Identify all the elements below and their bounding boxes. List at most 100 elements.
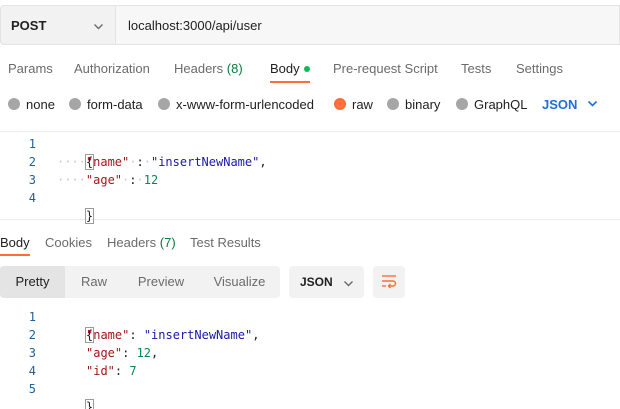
tab-response-headers[interactable]: Headers (7) bbox=[107, 233, 176, 253]
whitespace-marker: ···· bbox=[57, 173, 86, 187]
wrap-lines-icon bbox=[380, 273, 398, 292]
colon: : bbox=[114, 364, 130, 378]
tab-response-headers-label: Headers bbox=[107, 235, 157, 250]
colon: : bbox=[129, 328, 144, 342]
radio-binary-label: binary bbox=[405, 96, 441, 112]
request-tabs: Params Authorization Headers (8) Body Pr… bbox=[0, 56, 620, 83]
json-value: 12 bbox=[143, 173, 159, 187]
colon: : bbox=[129, 173, 137, 187]
request-url-bar: POST localhost:3000/api/user bbox=[0, 5, 620, 45]
radio-x-www-form-urlencoded[interactable]: x-www-form-urlencoded bbox=[158, 92, 314, 116]
body-type-options: none form-data x-www-form-urlencoded raw… bbox=[0, 92, 620, 116]
whitespace-marker: · bbox=[129, 155, 137, 169]
tab-params[interactable]: Params bbox=[8, 56, 53, 82]
radio-none-label: none bbox=[26, 96, 55, 112]
code-line: ····"name"·:·"insertNewName", bbox=[57, 153, 267, 171]
raw-format-select[interactable]: JSON bbox=[542, 92, 598, 116]
method-select[interactable]: POST bbox=[0, 5, 115, 45]
line-number: 1 bbox=[28, 310, 36, 324]
radio-icon bbox=[387, 98, 399, 110]
tab-pre-request-script[interactable]: Pre-request Script bbox=[333, 56, 438, 82]
tab-settings[interactable]: Settings bbox=[516, 56, 563, 82]
line-number: 2 bbox=[28, 155, 36, 169]
close-brace: } bbox=[84, 208, 95, 224]
json-value: 7 bbox=[129, 364, 137, 378]
response-body-viewer[interactable]: 1 2 3 4 5 { "name": "insertNewName", "ag… bbox=[0, 308, 620, 409]
line-number: 4 bbox=[28, 364, 36, 378]
code-line: "name": "insertNewName", bbox=[86, 326, 259, 344]
radio-selected-icon bbox=[334, 98, 346, 110]
whitespace-marker: · bbox=[136, 173, 144, 187]
code-line: } bbox=[57, 189, 95, 224]
whitespace-marker: ···· bbox=[57, 155, 86, 169]
tab-tests[interactable]: Tests bbox=[461, 56, 491, 82]
chevron-down-icon bbox=[587, 97, 598, 112]
radio-raw[interactable]: raw bbox=[334, 92, 373, 116]
view-preview[interactable]: Preview bbox=[123, 266, 199, 298]
radio-icon bbox=[69, 98, 81, 110]
line-number: 3 bbox=[28, 346, 36, 360]
chevron-down-icon bbox=[93, 20, 104, 35]
radio-form-data[interactable]: form-data bbox=[69, 92, 143, 116]
tab-test-results[interactable]: Test Results bbox=[190, 233, 261, 253]
tab-body-label: Body bbox=[270, 61, 300, 76]
response-tabs: Body Cookies Headers (7) Test Results bbox=[0, 233, 620, 256]
raw-format-label: JSON bbox=[542, 96, 578, 112]
json-key: "name" bbox=[86, 328, 130, 342]
tab-body[interactable]: Body bbox=[270, 56, 310, 82]
response-format-label: JSON bbox=[300, 275, 333, 289]
tab-authorization[interactable]: Authorization bbox=[74, 56, 150, 82]
close-brace: } bbox=[84, 399, 95, 409]
code-line: "age": 12, bbox=[86, 344, 158, 362]
url-input[interactable]: localhost:3000/api/user bbox=[115, 5, 620, 45]
colon: : bbox=[136, 155, 144, 169]
response-toolbar: Pretty Raw Preview Visualize JSON bbox=[0, 266, 620, 298]
radio-graphql-label: GraphQL bbox=[474, 96, 528, 112]
wrap-lines-button[interactable] bbox=[373, 266, 405, 298]
view-visualize[interactable]: Visualize bbox=[199, 266, 280, 298]
comma: , bbox=[259, 155, 267, 169]
json-value: "insertNewName" bbox=[143, 328, 253, 342]
tab-response-headers-count: (7) bbox=[159, 235, 176, 250]
radio-none[interactable]: none bbox=[8, 92, 55, 116]
line-number: 1 bbox=[28, 137, 36, 151]
code-line: "id": 7 bbox=[86, 362, 137, 380]
response-view-switcher: Pretty Raw Preview Visualize bbox=[0, 266, 280, 298]
active-tab-indicator bbox=[0, 254, 30, 256]
json-value: 12 bbox=[136, 346, 152, 360]
radio-graphql[interactable]: GraphQL bbox=[456, 92, 527, 116]
active-tab-indicator bbox=[270, 81, 310, 83]
radio-raw-label: raw bbox=[352, 96, 373, 112]
json-key: "age" bbox=[86, 346, 123, 360]
method-label: POST bbox=[11, 17, 47, 33]
code-line: } bbox=[57, 380, 95, 409]
line-number: 4 bbox=[28, 191, 36, 205]
radio-form-data-label: form-data bbox=[87, 96, 143, 112]
json-key: "id" bbox=[86, 364, 115, 378]
json-value: "insertNewName" bbox=[150, 155, 260, 169]
line-number: 5 bbox=[28, 382, 36, 396]
view-raw[interactable]: Raw bbox=[65, 266, 123, 298]
tab-headers[interactable]: Headers (8) bbox=[174, 56, 243, 82]
line-number: 3 bbox=[28, 173, 36, 187]
comma: , bbox=[151, 346, 159, 360]
chevron-down-icon bbox=[343, 278, 354, 292]
radio-icon bbox=[8, 98, 20, 110]
view-pretty[interactable]: Pretty bbox=[0, 266, 65, 298]
tab-headers-count: (8) bbox=[226, 61, 243, 76]
colon: : bbox=[122, 346, 137, 360]
response-format-select[interactable]: JSON bbox=[289, 266, 364, 298]
dot-icon bbox=[303, 65, 310, 72]
tab-headers-label: Headers bbox=[174, 61, 224, 76]
request-body-editor[interactable]: 1 2 3 4 { ····"name"·:·"insertNewName", … bbox=[0, 131, 620, 224]
radio-icon bbox=[456, 98, 468, 110]
tab-response-body[interactable]: Body bbox=[0, 233, 30, 253]
code-line: { bbox=[57, 308, 95, 343]
radio-urlencoded-label: x-www-form-urlencoded bbox=[176, 96, 314, 112]
radio-binary[interactable]: binary bbox=[387, 92, 440, 116]
line-number: 2 bbox=[28, 328, 36, 342]
code-line: ····"age"·:·12 bbox=[57, 171, 158, 189]
tab-cookies[interactable]: Cookies bbox=[45, 233, 92, 253]
radio-icon bbox=[158, 98, 170, 110]
whitespace-marker: · bbox=[143, 155, 151, 169]
